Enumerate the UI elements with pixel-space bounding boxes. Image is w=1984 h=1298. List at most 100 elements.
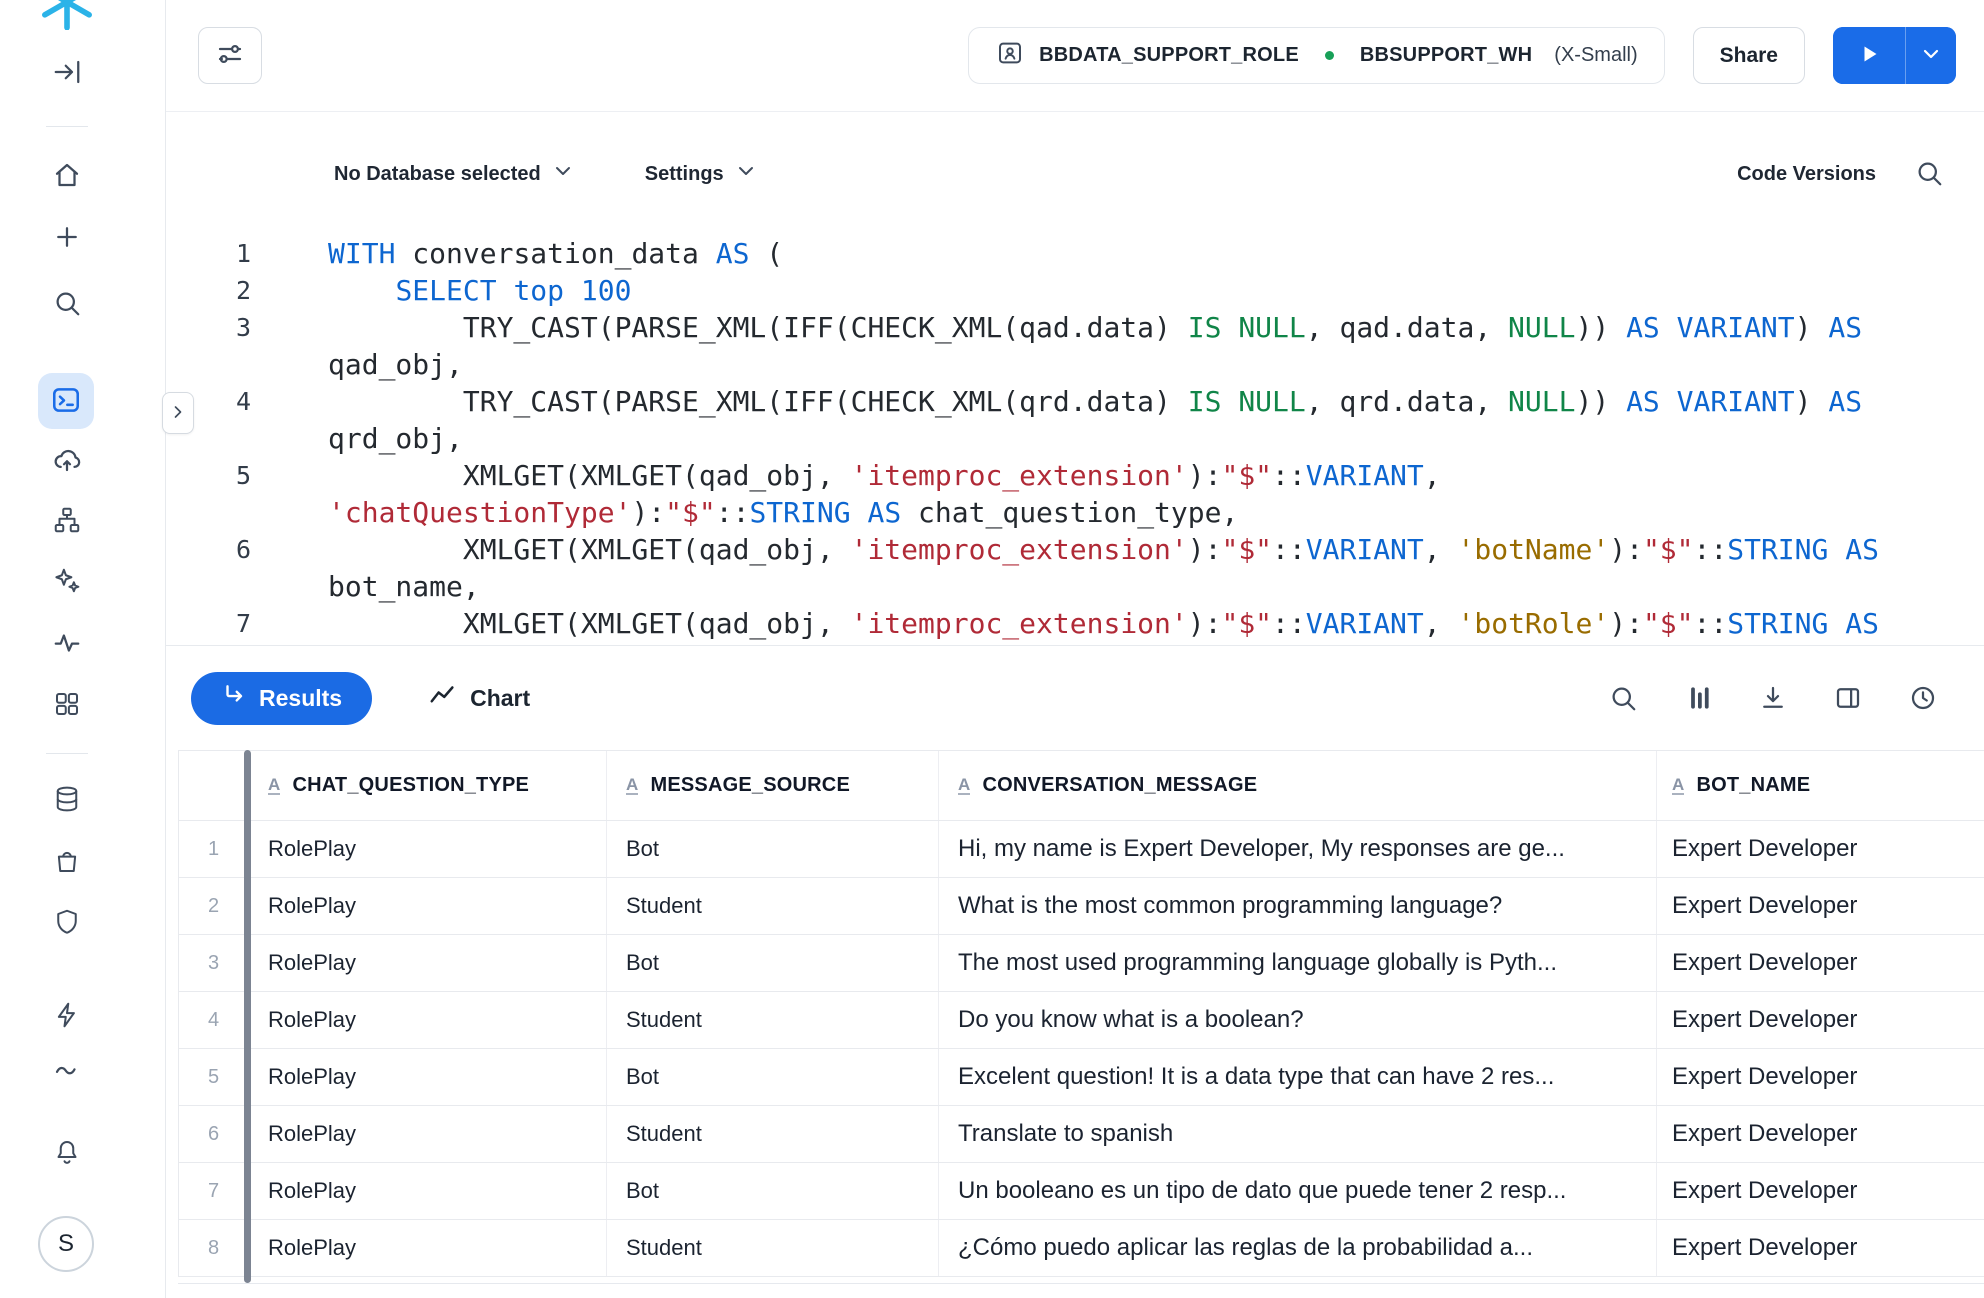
- table-cell[interactable]: What is the most common programming lang…: [939, 878, 1657, 934]
- code-line[interactable]: 3 TRY_CAST(PARSE_XML(IFF(CHECK_XML(qad.d…: [166, 309, 1984, 383]
- table-cell[interactable]: Expert Developer: [1657, 1220, 1984, 1276]
- nav-marketplace-button[interactable]: [52, 847, 82, 877]
- editor-search-button[interactable]: [1914, 158, 1944, 191]
- sql-code-editor[interactable]: 1WITH conversation_data AS (2 SELECT top…: [166, 235, 1984, 645]
- row-number[interactable]: 3: [179, 935, 249, 991]
- nav-hierarchy-button[interactable]: [52, 506, 82, 536]
- code-line[interactable]: 6 XMLGET(XMLGET(qad_obj, 'itemproc_exten…: [166, 531, 1984, 605]
- row-number[interactable]: 2: [179, 878, 249, 934]
- nav-dashboards-button[interactable]: [52, 690, 82, 720]
- table-row[interactable]: 5RolePlayBotExcelent question! It is a d…: [179, 1049, 1984, 1106]
- table-row[interactable]: 2RolePlayStudentWhat is the most common …: [179, 878, 1984, 935]
- table-row[interactable]: 8RolePlayStudent¿Cómo puedo aplicar las …: [179, 1220, 1984, 1277]
- column-header[interactable]: ACHAT_QUESTION_TYPE: [249, 751, 607, 820]
- code-line[interactable]: 5 XMLGET(XMLGET(qad_obj, 'itemproc_exten…: [166, 457, 1984, 531]
- table-cell[interactable]: RolePlay: [249, 1163, 607, 1219]
- notifications-button[interactable]: [52, 1138, 82, 1168]
- share-button[interactable]: Share: [1693, 27, 1805, 84]
- table-cell[interactable]: Bot: [607, 821, 939, 877]
- code-line[interactable]: 2 SELECT top 100: [166, 272, 1984, 309]
- table-cell[interactable]: Expert Developer: [1657, 878, 1984, 934]
- run-button[interactable]: [1833, 27, 1905, 84]
- table-cell[interactable]: RolePlay: [249, 992, 607, 1048]
- nav-create-button[interactable]: [52, 223, 82, 253]
- table-cell[interactable]: Do you know what is a boolean?: [939, 992, 1657, 1048]
- table-cell[interactable]: Student: [607, 1220, 939, 1276]
- column-header[interactable]: ACONVERSATION_MESSAGE: [939, 751, 1657, 820]
- snowflake-logo-icon[interactable]: [39, 0, 95, 30]
- nav-home-button[interactable]: [52, 161, 82, 191]
- table-cell[interactable]: RolePlay: [249, 821, 607, 877]
- table-row[interactable]: 1RolePlayBotHi, my name is Expert Develo…: [179, 821, 1984, 878]
- row-number[interactable]: 8: [179, 1220, 249, 1276]
- table-scrollbar[interactable]: [244, 750, 251, 1283]
- column-header[interactable]: ABOT_NAME: [1657, 751, 1984, 820]
- nav-pipelines-button[interactable]: [52, 1056, 82, 1086]
- column-header[interactable]: AMESSAGE_SOURCE: [607, 751, 939, 820]
- settings-menu[interactable]: Settings: [645, 159, 758, 189]
- tab-results[interactable]: Results: [191, 672, 372, 725]
- database-selector[interactable]: No Database selected: [334, 159, 575, 189]
- row-number[interactable]: 1: [179, 821, 249, 877]
- table-cell[interactable]: Expert Developer: [1657, 1106, 1984, 1162]
- row-number[interactable]: 4: [179, 992, 249, 1048]
- table-cell[interactable]: Expert Developer: [1657, 1049, 1984, 1105]
- nav-data-load-button[interactable]: [52, 446, 82, 476]
- table-cell[interactable]: ¿Cómo puedo aplicar las reglas de la pro…: [939, 1220, 1657, 1276]
- user-avatar[interactable]: S: [38, 1216, 94, 1272]
- row-number[interactable]: 5: [179, 1049, 249, 1105]
- nav-activity-button[interactable]: [52, 629, 82, 659]
- split-panel-button[interactable]: [1833, 683, 1863, 713]
- current-warehouse: BBSUPPORT_WH: [1360, 44, 1532, 67]
- context-selector[interactable]: BBDATA_SUPPORT_ROLE BBSUPPORT_WH (X-Smal…: [968, 27, 1665, 84]
- row-number[interactable]: 6: [179, 1106, 249, 1162]
- table-cell[interactable]: Bot: [607, 1049, 939, 1105]
- table-cell[interactable]: RolePlay: [249, 935, 607, 991]
- code-text: SELECT top 100: [328, 272, 1934, 309]
- tab-chart[interactable]: Chart: [428, 680, 530, 716]
- table-row[interactable]: 6RolePlayStudentTranslate to spanishExpe…: [179, 1106, 1984, 1163]
- corner-cell[interactable]: [179, 751, 249, 820]
- nav-worksheets-button-active[interactable]: [38, 373, 94, 429]
- table-cell[interactable]: Expert Developer: [1657, 935, 1984, 991]
- code-versions-button[interactable]: Code Versions: [1737, 163, 1876, 186]
- table-row[interactable]: 7RolePlayBotUn booleano es un tipo de da…: [179, 1163, 1984, 1220]
- table-cell[interactable]: Student: [607, 878, 939, 934]
- table-cell[interactable]: RolePlay: [249, 1106, 607, 1162]
- table-cell[interactable]: Expert Developer: [1657, 1163, 1984, 1219]
- download-results-button[interactable]: [1758, 683, 1788, 713]
- table-row[interactable]: 4RolePlayStudentDo you know what is a bo…: [179, 992, 1984, 1049]
- code-line[interactable]: 7 XMLGET(XMLGET(qad_obj, 'itemproc_exten…: [166, 605, 1984, 642]
- table-cell[interactable]: Un booleano es un tipo de dato que puede…: [939, 1163, 1657, 1219]
- table-cell[interactable]: Student: [607, 992, 939, 1048]
- plus-icon: [52, 222, 82, 255]
- row-number[interactable]: 7: [179, 1163, 249, 1219]
- table-cell[interactable]: RolePlay: [249, 1220, 607, 1276]
- code-line[interactable]: 4 TRY_CAST(PARSE_XML(IFF(CHECK_XML(qrd.d…: [166, 383, 1984, 457]
- table-cell[interactable]: RolePlay: [249, 1049, 607, 1105]
- table-cell[interactable]: RolePlay: [249, 878, 607, 934]
- expand-panel-button[interactable]: [162, 392, 194, 434]
- table-cell[interactable]: Student: [607, 1106, 939, 1162]
- table-cell[interactable]: Bot: [607, 1163, 939, 1219]
- query-history-button[interactable]: [1908, 683, 1938, 713]
- nav-databases-button[interactable]: [52, 785, 82, 815]
- table-cell[interactable]: Bot: [607, 935, 939, 991]
- nav-governance-button[interactable]: [52, 908, 82, 938]
- code-line[interactable]: 1WITH conversation_data AS (: [166, 235, 1984, 272]
- column-stats-button[interactable]: [1683, 683, 1713, 713]
- expand-nav-button[interactable]: [52, 58, 82, 88]
- run-options-button[interactable]: [1906, 27, 1956, 84]
- nav-search-button[interactable]: [52, 289, 82, 319]
- table-cell[interactable]: Expert Developer: [1657, 992, 1984, 1048]
- table-cell[interactable]: Hi, my name is Expert Developer, My resp…: [939, 821, 1657, 877]
- nav-automation-button[interactable]: [52, 1001, 82, 1031]
- results-search-button[interactable]: [1608, 683, 1638, 713]
- table-cell[interactable]: The most used programming language globa…: [939, 935, 1657, 991]
- table-row[interactable]: 3RolePlayBotThe most used programming la…: [179, 935, 1984, 992]
- worksheet-options-button[interactable]: [198, 27, 262, 84]
- table-cell[interactable]: Expert Developer: [1657, 821, 1984, 877]
- table-cell[interactable]: Excelent question! It is a data type tha…: [939, 1049, 1657, 1105]
- nav-transform-button[interactable]: [52, 567, 82, 597]
- table-cell[interactable]: Translate to spanish: [939, 1106, 1657, 1162]
